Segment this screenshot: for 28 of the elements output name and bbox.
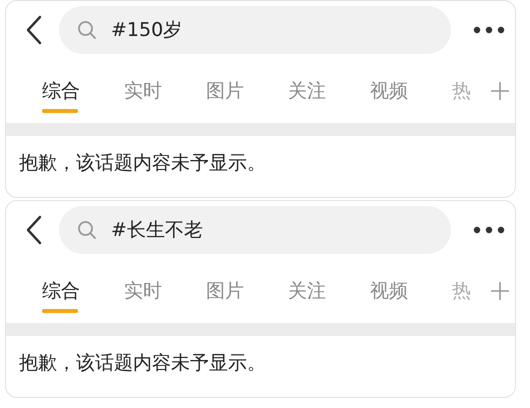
tab[interactable]: 热 [452, 278, 486, 304]
tab[interactable]: 实时 [124, 78, 206, 104]
search-query: #150岁 [111, 18, 182, 43]
more-icon[interactable] [473, 26, 505, 34]
tab[interactable]: 实时 [124, 278, 206, 304]
more-icon[interactable] [473, 226, 505, 234]
tab[interactable]: 视频 [370, 78, 452, 104]
search-icon [77, 220, 97, 240]
back-icon[interactable] [25, 15, 43, 45]
search-field[interactable]: #长生不老 [59, 206, 451, 254]
tab-underline [42, 309, 78, 313]
tab[interactable]: 图片 [206, 278, 288, 304]
add-icon[interactable] [490, 281, 510, 301]
search-field[interactable]: #150岁 [59, 6, 451, 54]
message-text: 抱歉，该话题内容未予显示。 [19, 350, 266, 376]
add-icon[interactable] [490, 81, 510, 101]
tab[interactable]: 图片 [206, 78, 288, 104]
tab-underline [42, 109, 78, 113]
tab[interactable]: 综合 [42, 278, 124, 304]
tab[interactable]: 视频 [370, 278, 452, 304]
search-query: #长生不老 [111, 218, 203, 243]
back-icon[interactable] [25, 215, 43, 245]
tab[interactable]: 热 [452, 78, 486, 104]
tab[interactable]: 综合 [42, 78, 124, 104]
tab[interactable]: 关注 [288, 278, 370, 304]
message-text: 抱歉，该话题内容未予显示。 [19, 150, 266, 176]
tab[interactable]: 关注 [288, 78, 370, 104]
search-icon [77, 20, 97, 40]
